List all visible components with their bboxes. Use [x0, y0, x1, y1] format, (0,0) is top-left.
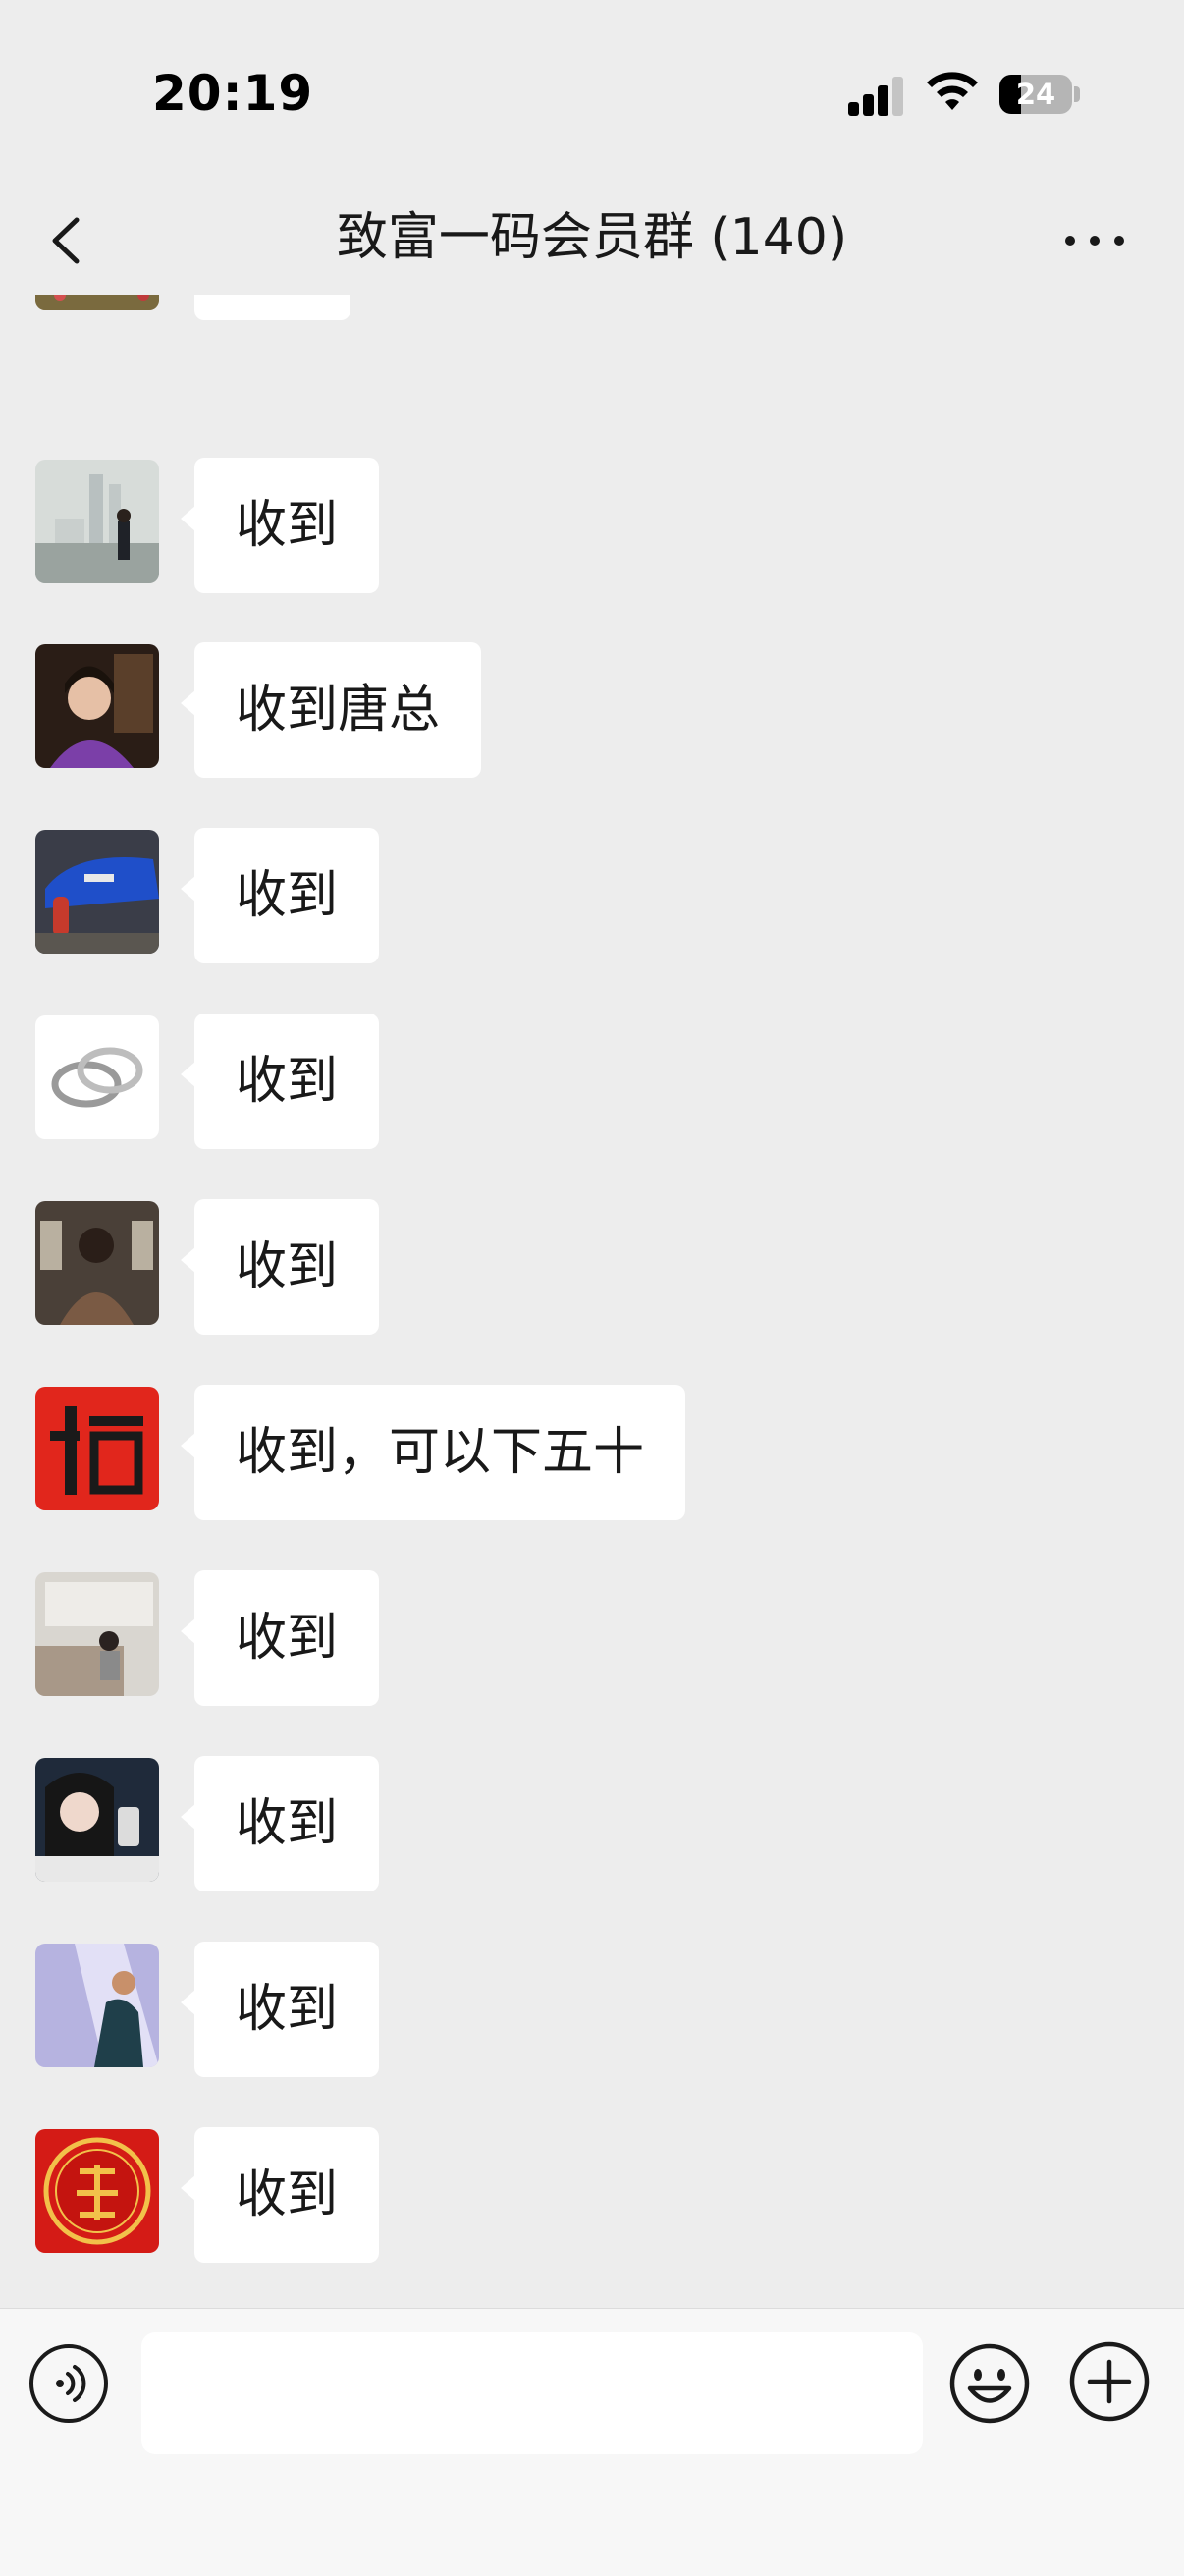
chat-title: 致富一码会员群 (140) [336, 208, 848, 267]
message-row: 收到 [0, 1014, 1184, 1153]
more-options-button[interactable] [1060, 224, 1129, 257]
input-bar [0, 2308, 1184, 2576]
battery-icon: 24 [999, 75, 1072, 114]
back-button[interactable] [39, 206, 98, 275]
wifi-icon [927, 72, 978, 110]
message-row: 收到 [0, 1199, 1184, 1339]
message-row: OK [0, 295, 1184, 324]
avatar-girl-phone[interactable] [35, 1758, 159, 1882]
status-time: 20:19 [152, 65, 314, 122]
chat-message-list[interactable]: OK 收到 收到唐总 [0, 295, 1184, 2308]
avatar-rings[interactable] [35, 1015, 159, 1139]
message-row: 收到 [0, 1570, 1184, 1710]
nav-bar: 致富一码会员群 (140) [0, 187, 1184, 295]
avatar-person-lavender[interactable] [35, 1944, 159, 2067]
message-row: 收到唐总 [0, 642, 1184, 782]
signal-icon [848, 77, 905, 116]
avatar-woman-purple[interactable] [35, 644, 159, 768]
message-row: 收到 [0, 1756, 1184, 1895]
emoji-icon[interactable] [948, 2342, 1031, 2425]
avatar-flower-field[interactable] [35, 295, 159, 310]
message-input[interactable] [141, 2332, 923, 2454]
message-row: 收到，可以下五十 [0, 1385, 1184, 1524]
battery-cap [1074, 86, 1080, 102]
avatar-office-room[interactable] [35, 1572, 159, 1696]
avatar-fu-character[interactable] [35, 1387, 159, 1510]
avatar-blue-car[interactable] [35, 830, 159, 954]
message-row: 收到 [0, 458, 1184, 597]
message-bubble[interactable]: 收到 [180, 1942, 380, 2077]
message-bubble[interactable]: 收到 [180, 458, 380, 593]
message-bubble[interactable]: OK [194, 295, 351, 320]
message-bubble[interactable]: 收到唐总 [180, 642, 482, 778]
voice-icon[interactable] [29, 2344, 108, 2423]
message-bubble[interactable]: 收到 [180, 828, 380, 963]
message-bubble[interactable]: 收到 [180, 1199, 380, 1335]
avatar-dong-seal[interactable] [35, 2129, 159, 2253]
message-row: 收到 [0, 2127, 1184, 2267]
avatar-mirror-selfie[interactable] [35, 1201, 159, 1325]
message-bubble[interactable]: 收到 [180, 1570, 380, 1706]
battery-percent: 24 [1015, 78, 1056, 111]
plus-circle-icon[interactable] [1068, 2340, 1151, 2423]
avatar-city-skyline[interactable] [35, 460, 159, 583]
message-bubble[interactable]: 收到 [180, 2127, 380, 2263]
status-bar: 20:19 24 [0, 0, 1184, 187]
message-bubble[interactable]: 收到 [180, 1014, 380, 1149]
message-bubble[interactable]: 收到，可以下五十 [180, 1385, 686, 1520]
message-row: 收到 [0, 1942, 1184, 2081]
message-row: 收到 [0, 828, 1184, 967]
message-bubble[interactable]: 收到 [180, 1756, 380, 1891]
